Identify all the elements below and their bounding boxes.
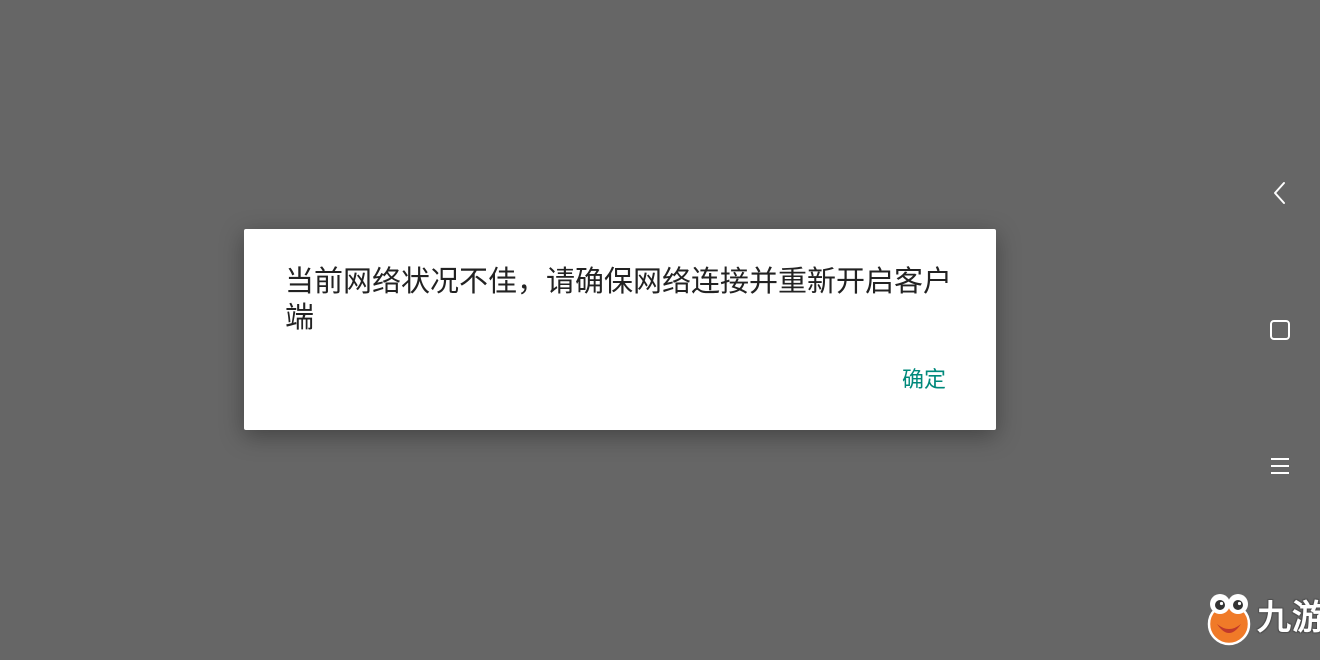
menu-button[interactable] bbox=[1260, 446, 1300, 486]
home-button[interactable] bbox=[1260, 310, 1300, 350]
back-button[interactable] bbox=[1260, 173, 1300, 213]
dialog-message: 当前网络状况不佳，请确保网络连接并重新开启客户端 bbox=[285, 264, 953, 334]
system-navigation-bar bbox=[1240, 0, 1320, 660]
confirm-button[interactable]: 确定 bbox=[902, 367, 946, 395]
watermark-text: 九游 bbox=[1257, 598, 1320, 638]
chevron-left-icon bbox=[1274, 182, 1285, 204]
network-error-dialog: 当前网络状况不佳，请确保网络连接并重新开启客户端 确定 bbox=[244, 229, 996, 430]
mascot-logo-icon bbox=[1207, 594, 1251, 646]
app-screen: 当前网络状况不佳，请确保网络连接并重新开启客户端 确定 九游 bbox=[0, 0, 1320, 660]
hamburger-icon bbox=[1271, 458, 1289, 474]
watermark: 九游 bbox=[1205, 590, 1320, 646]
square-icon bbox=[1270, 320, 1290, 340]
